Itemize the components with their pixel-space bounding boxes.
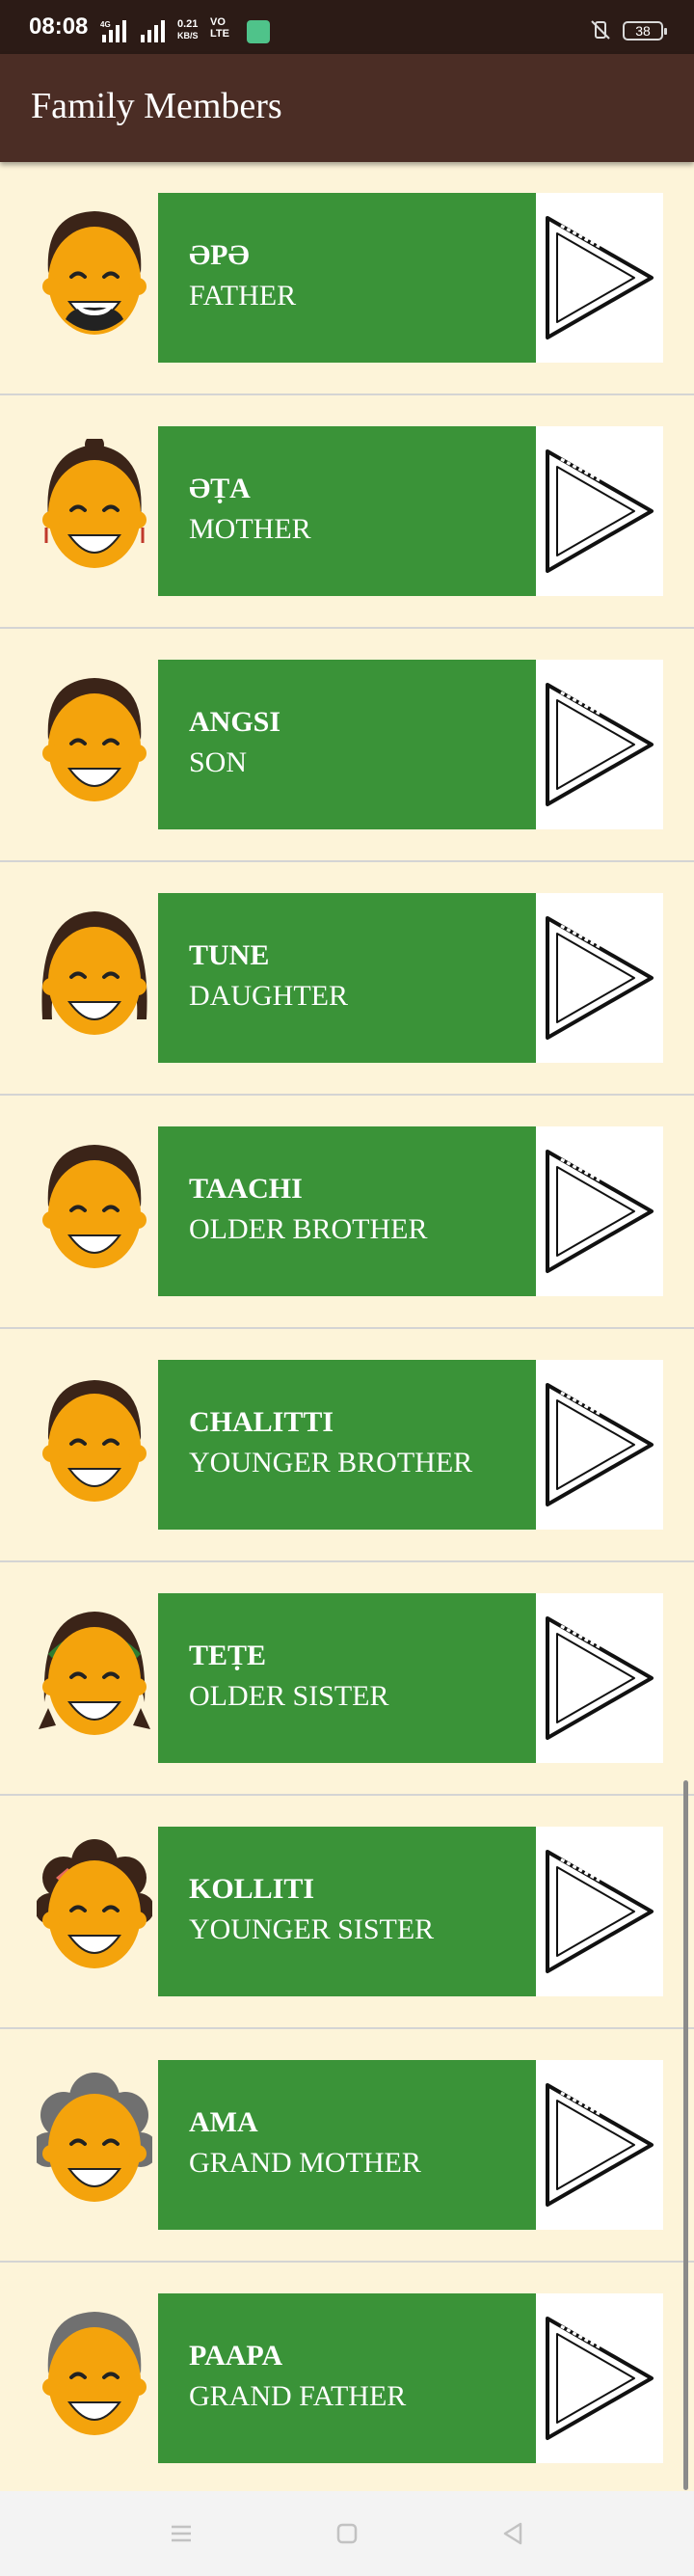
member-english-name: OLDER BROTHER (189, 1213, 428, 1245)
volte-bottom: LTE (210, 28, 229, 40)
play-icon (546, 1383, 654, 1506)
woman-earrings-avatar-icon (42, 439, 147, 568)
member-card[interactable]: KOLLITI YOUNGER SISTER (158, 1827, 536, 1996)
network-speed: 0.21 (177, 18, 199, 30)
member-english-name: OLDER SISTER (189, 1680, 389, 1712)
play-icon (546, 2083, 654, 2207)
member-english-name: FATHER (189, 280, 297, 312)
member-native-name: PAAPA (189, 2340, 283, 2372)
member-native-name: TUNE (189, 939, 270, 971)
member-card[interactable]: PAAPA GRAND FATHER (158, 2293, 536, 2463)
member-english-name: MOTHER (189, 513, 311, 545)
member-native-name: ANGSI (189, 706, 281, 738)
play-audio-button[interactable] (536, 1827, 663, 1996)
member-native-name: TEṬE (189, 1640, 267, 1671)
page-title: Family Members (31, 86, 282, 126)
girl-headband-avatar-icon (39, 1612, 150, 1735)
play-audio-button[interactable] (536, 1593, 663, 1763)
play-audio-button[interactable] (536, 2060, 663, 2230)
back-icon[interactable] (494, 2514, 532, 2553)
member-native-name: CHALITTI (189, 1406, 334, 1438)
family-member-row: PAAPA GRAND FATHER (0, 2263, 694, 2496)
signal-2-icon (141, 19, 168, 42)
family-member-row: TEṬE OLDER SISTER (0, 1562, 694, 1796)
app-notification-icon (247, 20, 270, 43)
member-english-name: GRAND MOTHER (189, 2147, 421, 2179)
member-card[interactable]: ƏPƏ FATHER (158, 193, 536, 363)
signal-1-icon (102, 19, 129, 42)
play-icon (546, 683, 654, 806)
member-card[interactable]: TEṬE OLDER SISTER (158, 1593, 536, 1763)
play-audio-button[interactable] (536, 1126, 663, 1296)
play-audio-button[interactable] (536, 193, 663, 363)
family-member-row: AMA GRAND MOTHER (0, 2029, 694, 2263)
status-bar: 08:08 4G 0.21 KB/S VO LTE 38 (0, 0, 694, 54)
menu-icon[interactable] (162, 2514, 200, 2553)
member-native-name: KOLLITI (189, 1873, 315, 1905)
family-member-row: KOLLITI YOUNGER SISTER (0, 1796, 694, 2029)
status-time: 08:08 (29, 14, 89, 40)
battery-icon: 38 (623, 21, 667, 41)
young-man-avatar-icon (42, 1145, 147, 1268)
play-icon (546, 2317, 654, 2440)
girl-bow-avatar-icon (37, 1839, 152, 1968)
play-icon (546, 1150, 654, 1273)
play-audio-button[interactable] (536, 1360, 663, 1530)
man-beard-avatar-icon (42, 211, 147, 335)
member-card[interactable]: CHALITTI YOUNGER BROTHER (158, 1360, 536, 1530)
young-boy-avatar-icon (42, 1380, 147, 1502)
member-card[interactable]: AMA GRAND MOTHER (158, 2060, 536, 2230)
app-bar: Family Members (0, 54, 694, 162)
play-icon (546, 449, 654, 573)
family-member-row: CHALITTI YOUNGER BROTHER (0, 1329, 694, 1562)
member-english-name: GRAND FATHER (189, 2380, 407, 2412)
member-english-name: YOUNGER SISTER (189, 1913, 435, 1945)
member-english-name: SON (189, 746, 248, 778)
family-member-row: ƏṬA MOTHER (0, 395, 694, 629)
scrollbar[interactable] (683, 1780, 688, 2490)
member-card[interactable]: TAACHI OLDER BROTHER (158, 1126, 536, 1296)
network-speed-unit: KB/S (177, 31, 199, 41)
boy-avatar-icon (42, 678, 147, 801)
home-icon[interactable] (328, 2514, 366, 2553)
family-member-row: ƏPƏ FATHER (0, 162, 694, 395)
play-icon (546, 216, 654, 339)
member-card[interactable]: ƏṬA MOTHER (158, 426, 536, 596)
member-english-name: DAUGHTER (189, 980, 348, 1012)
vibrate-mute-icon (591, 20, 610, 40)
member-card[interactable]: ANGSI SON (158, 660, 536, 829)
member-card[interactable]: TUNE DAUGHTER (158, 893, 536, 1063)
play-icon (546, 1616, 654, 1740)
grandfather-avatar-icon (42, 2312, 147, 2435)
member-native-name: TAACHI (189, 1173, 303, 1205)
member-english-name: YOUNGER BROTHER (189, 1447, 473, 1478)
play-icon (546, 1850, 654, 1973)
member-native-name: AMA (189, 2106, 258, 2138)
play-audio-button[interactable] (536, 893, 663, 1063)
family-member-row: TAACHI OLDER BROTHER (0, 1096, 694, 1329)
family-member-row: ANGSI SON (0, 629, 694, 862)
family-member-row: TUNE DAUGHTER (0, 862, 694, 1096)
grandmother-avatar-icon (37, 2073, 152, 2202)
girl-avatar-icon (41, 911, 147, 1035)
play-icon (546, 916, 654, 1040)
member-native-name: ƏPƏ (189, 239, 250, 271)
volte-indicator: VO LTE (210, 16, 229, 40)
play-audio-button[interactable] (536, 426, 663, 596)
navigation-bar (0, 2491, 694, 2576)
play-audio-button[interactable] (536, 2293, 663, 2463)
member-native-name: ƏṬA (189, 473, 251, 504)
volte-top: VO (210, 16, 226, 28)
play-audio-button[interactable] (536, 660, 663, 829)
